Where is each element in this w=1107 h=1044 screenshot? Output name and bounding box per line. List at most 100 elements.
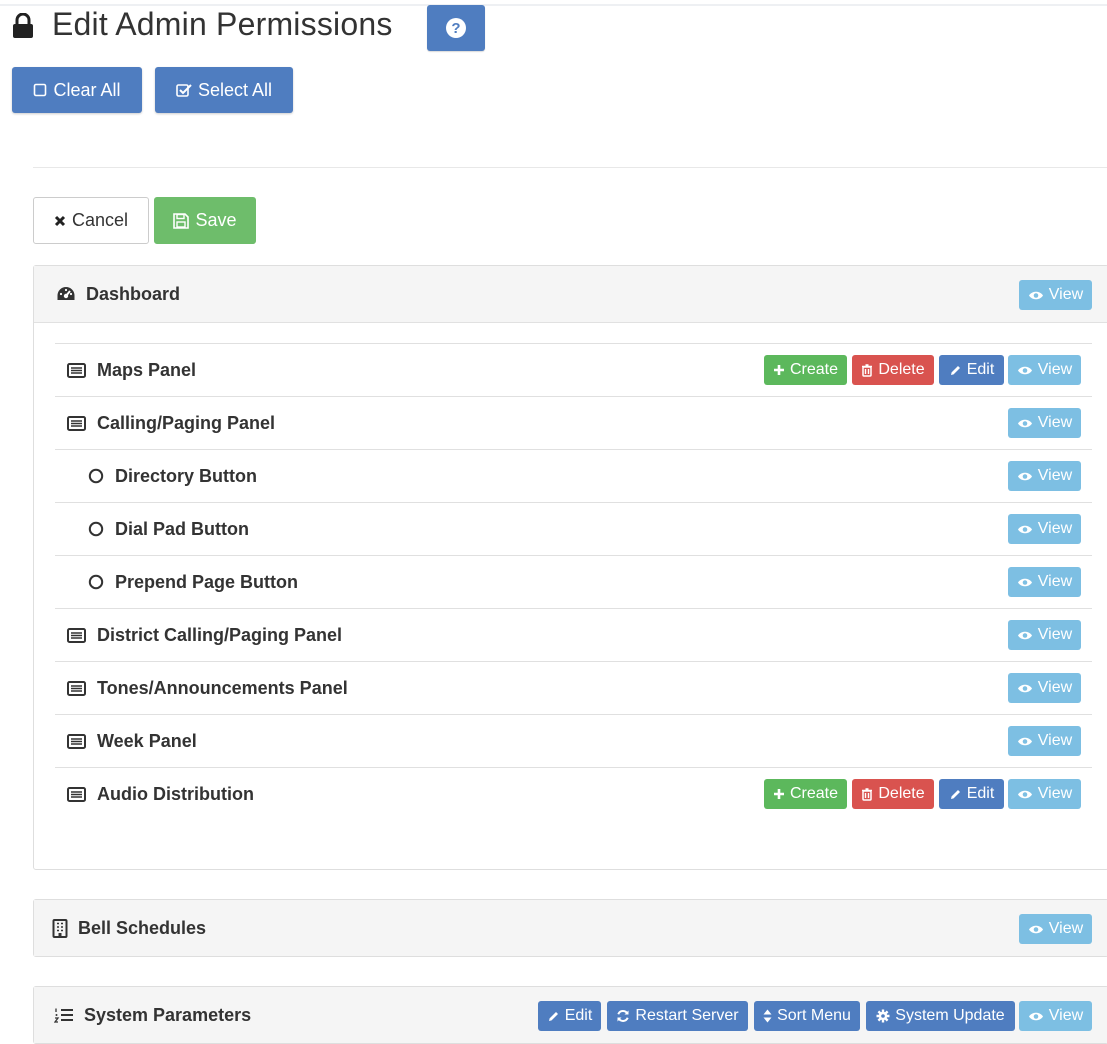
plus-icon bbox=[773, 788, 785, 800]
save-button[interactable]: Save bbox=[154, 197, 256, 244]
maps-panel-view-button[interactable]: View bbox=[1008, 355, 1081, 385]
audio-distribution-view-button[interactable]: View bbox=[1008, 779, 1081, 809]
row-label: Week Panel bbox=[67, 715, 197, 767]
permission-row-week-panel: Week Panel View bbox=[55, 714, 1092, 767]
eye-icon bbox=[1017, 418, 1033, 429]
refresh-icon bbox=[616, 1009, 630, 1023]
system-parameters-view-button[interactable]: View bbox=[1019, 1001, 1092, 1031]
system-update-button[interactable]: System Update bbox=[866, 1001, 1015, 1031]
lock-icon bbox=[12, 12, 34, 39]
edit-label: Edit bbox=[966, 361, 995, 378]
circle-outline-icon bbox=[88, 468, 104, 484]
page-title: Edit Admin Permissions bbox=[52, 6, 393, 42]
row-label-text: Calling/Paging Panel bbox=[97, 412, 276, 433]
row-label: Directory Button bbox=[88, 450, 257, 502]
view-label: View bbox=[1037, 361, 1073, 378]
row-label-text: Tones/Announcements Panel bbox=[97, 677, 348, 698]
circle-outline-icon bbox=[88, 574, 104, 590]
create-label: Create bbox=[789, 785, 839, 802]
cancel-button[interactable]: Cancel bbox=[33, 197, 149, 244]
sort-menu-button[interactable]: Sort Menu bbox=[754, 1001, 860, 1031]
prepend-page-button-view-button[interactable]: View bbox=[1008, 567, 1081, 597]
row-label-text: Audio Distribution bbox=[97, 783, 254, 804]
clear-all-button[interactable]: Clear All bbox=[12, 67, 142, 113]
maps-panel-edit-button[interactable]: Edit bbox=[939, 355, 1004, 385]
eye-icon bbox=[1017, 736, 1033, 747]
view-label: View bbox=[1048, 920, 1084, 937]
system-parameters-panel-header: System Parameters Edit Restart Server So… bbox=[34, 987, 1107, 1043]
row-label: Audio Distribution bbox=[67, 768, 254, 820]
dashboard-title-text: Dashboard bbox=[86, 283, 181, 304]
row-label-text: Directory Button bbox=[115, 465, 258, 486]
dashboard-panel-header: Dashboard View bbox=[34, 266, 1107, 323]
view-label: View bbox=[1037, 520, 1073, 537]
eye-icon bbox=[1017, 365, 1033, 376]
district-calling-paging-panel-view-button[interactable]: View bbox=[1008, 620, 1081, 650]
view-label: View bbox=[1037, 414, 1073, 431]
dial-pad-button-view-button[interactable]: View bbox=[1008, 514, 1081, 544]
view-label: View bbox=[1037, 785, 1073, 802]
view-label: View bbox=[1048, 1007, 1084, 1024]
bell-schedules-view-button[interactable]: View bbox=[1019, 914, 1092, 944]
list-alt-icon bbox=[67, 362, 86, 378]
create-label: Create bbox=[789, 361, 839, 378]
row-label-text: Prepend Page Button bbox=[115, 571, 299, 592]
pencil-icon bbox=[949, 364, 962, 377]
eye-icon bbox=[1017, 524, 1033, 535]
restart-server-label: Restart Server bbox=[635, 1007, 739, 1024]
help-button[interactable]: ? bbox=[427, 5, 485, 51]
bell-schedules-panel-header: Bell Schedules View bbox=[34, 900, 1107, 956]
view-label: View bbox=[1037, 679, 1073, 696]
circle-outline-icon bbox=[88, 521, 104, 537]
bell-schedules-title: Bell Schedules bbox=[52, 900, 206, 956]
restart-server-button[interactable]: Restart Server bbox=[607, 1001, 748, 1031]
list-alt-icon bbox=[67, 680, 86, 696]
delete-label: Delete bbox=[878, 361, 925, 378]
check-square-icon bbox=[176, 83, 192, 98]
bell-schedules-title-text: Bell Schedules bbox=[78, 917, 207, 938]
permission-row-dial-pad-button: Dial Pad Button View bbox=[55, 502, 1092, 555]
eye-icon bbox=[1017, 630, 1033, 641]
system-parameters-edit-button[interactable]: Edit bbox=[538, 1001, 601, 1031]
pencil-icon bbox=[949, 788, 962, 801]
calling-paging-panel-view-button[interactable]: View bbox=[1008, 408, 1081, 438]
select-all-button[interactable]: Select All bbox=[155, 67, 293, 113]
clear-all-label: Clear All bbox=[53, 79, 121, 100]
row-label-text: Week Panel bbox=[97, 730, 197, 751]
edit-label: Edit bbox=[564, 1007, 593, 1024]
delete-label: Delete bbox=[878, 785, 925, 802]
question-circle-icon: ? bbox=[446, 18, 466, 38]
cancel-label: Cancel bbox=[71, 210, 129, 230]
eye-icon bbox=[1028, 924, 1044, 935]
eye-icon bbox=[1017, 577, 1033, 588]
row-label: District Calling/Paging Panel bbox=[67, 609, 342, 661]
edit-label: Edit bbox=[966, 785, 995, 802]
floppy-disk-icon bbox=[173, 212, 190, 229]
dashboard-icon bbox=[56, 285, 76, 303]
dashboard-view-button[interactable]: View bbox=[1019, 280, 1092, 310]
row-label: Dial Pad Button bbox=[88, 503, 249, 555]
row-label: Prepend Page Button bbox=[88, 556, 298, 608]
permission-row-maps-panel: Maps Panel Create Delete Edit View bbox=[55, 343, 1092, 396]
system-update-label: System Update bbox=[895, 1007, 1005, 1024]
permission-row-prepend-page-button: Prepend Page Button View bbox=[55, 555, 1092, 608]
select-all-label: Select All bbox=[197, 79, 273, 100]
row-label-text: Dial Pad Button bbox=[115, 518, 249, 539]
permission-row-calling-paging-panel: Calling/Paging Panel View bbox=[55, 396, 1092, 449]
maps-panel-create-button[interactable]: Create bbox=[764, 355, 847, 385]
sort-icon bbox=[763, 1009, 772, 1023]
pencil-icon bbox=[547, 1010, 560, 1023]
week-panel-view-button[interactable]: View bbox=[1008, 726, 1081, 756]
audio-distribution-delete-button[interactable]: Delete bbox=[852, 779, 934, 809]
maps-panel-delete-button[interactable]: Delete bbox=[852, 355, 934, 385]
audio-distribution-edit-button[interactable]: Edit bbox=[939, 779, 1004, 809]
close-icon bbox=[54, 215, 66, 227]
system-parameters-panel: System Parameters Edit Restart Server So… bbox=[33, 986, 1107, 1044]
bell-schedules-panel: Bell Schedules View bbox=[33, 899, 1107, 957]
tones-announcements-panel-view-button[interactable]: View bbox=[1008, 673, 1081, 703]
row-label: Calling/Paging Panel bbox=[67, 397, 275, 449]
audio-distribution-create-button[interactable]: Create bbox=[764, 779, 847, 809]
list-alt-icon bbox=[67, 627, 86, 643]
row-label: Tones/Announcements Panel bbox=[67, 662, 348, 714]
directory-button-view-button[interactable]: View bbox=[1008, 461, 1081, 491]
